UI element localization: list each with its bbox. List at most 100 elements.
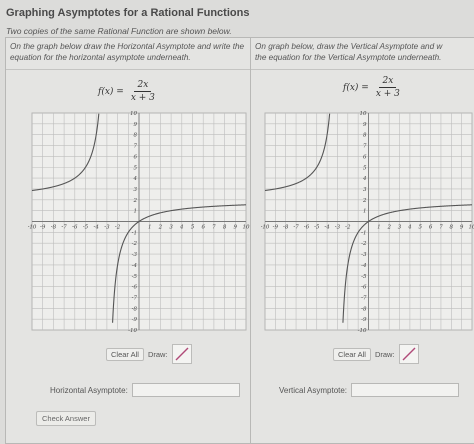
x-tick-label: 5 <box>191 225 195 231</box>
x-tick-label: 1 <box>377 225 381 231</box>
x-tick-label: 3 <box>169 225 173 231</box>
right-instructions: On graph below, draw the Vertical Asympt… <box>255 41 474 63</box>
vertical-asymptote-input[interactable] <box>351 383 460 397</box>
y-tick-label: -7 <box>132 295 138 301</box>
formula-numerator: 2x <box>134 80 152 92</box>
line-tool-icon[interactable] <box>398 344 419 364</box>
x-tick-label: -5 <box>83 225 89 231</box>
clear-all-button[interactable]: Clear All <box>333 347 371 361</box>
clear-all-button[interactable]: Clear All <box>106 347 144 361</box>
x-tick-label: 7 <box>212 225 216 231</box>
draw-label: Draw: <box>374 349 395 359</box>
y-tick-label: 5 <box>363 165 367 171</box>
horizontal-asymptote-field-row: Horizontal Asymptote: <box>50 383 240 397</box>
x-tick-label: 2 <box>386 225 391 231</box>
x-tick-label: 6 <box>429 225 433 231</box>
y-tick-label: 3 <box>134 187 138 193</box>
x-tick-label: -3 <box>104 225 110 231</box>
y-tick-label: -6 <box>132 285 138 291</box>
y-tick-label: 4 <box>133 176 138 182</box>
left-instructions: On the graph below draw the Horizontal A… <box>10 42 245 62</box>
x-tick-label: -7 <box>61 225 67 231</box>
x-tick-label: 2 <box>158 225 163 231</box>
y-tick-label: -10 <box>358 328 367 334</box>
x-tick-label: 10 <box>243 225 250 231</box>
vertical-asymptote-panel: On graph below, draw the Vertical Asympt… <box>251 38 474 443</box>
draw-label: Draw: <box>147 349 168 359</box>
x-tick-label: -2 <box>345 225 351 231</box>
y-tick-label: -5 <box>361 274 367 280</box>
y-tick-label: 3 <box>363 187 367 193</box>
x-tick-label: 6 <box>201 225 205 231</box>
x-tick-label: -4 <box>94 225 100 231</box>
y-tick-label: -5 <box>132 274 138 280</box>
right-graph-canvas[interactable]: -10-9-8-7-6-5-4-3-2123456789101098765432… <box>261 109 474 334</box>
header-divider <box>251 69 474 70</box>
y-tick-label: -8 <box>361 306 367 312</box>
x-tick-label: -9 <box>273 225 279 231</box>
y-tick-label: 9 <box>363 122 367 128</box>
y-tick-label: 8 <box>363 133 367 139</box>
left-graph-canvas[interactable]: -10 -9 -8 -7 -6 -5 -4 -3 -2 1 2 3 4 5 6 7 8 9 101098765432… <box>28 109 250 334</box>
x-tick-label: -8 <box>283 225 289 231</box>
y-tick-label: 5 <box>134 165 138 171</box>
x-tick-label: 4 <box>179 225 184 231</box>
y-tick-label: -6 <box>361 285 367 291</box>
horizontal-asymptote-label: Horizontal Asymptote: <box>50 385 128 395</box>
y-tick-label: 2 <box>362 198 367 204</box>
y-tick-label: 7 <box>363 144 367 150</box>
left-formula: f(x) = 2x x + 3 <box>98 80 158 103</box>
y-tick-label: -9 <box>132 317 138 323</box>
horizontal-asymptote-input[interactable] <box>131 383 240 397</box>
y-tick-label: -4 <box>361 263 367 269</box>
x-tick-label: -3 <box>335 225 341 231</box>
page-subtitle: Two copies of the same Rational Function… <box>6 26 232 36</box>
x-tick-label: -9 <box>40 225 46 231</box>
y-tick-label: 6 <box>363 154 367 160</box>
y-tick-label: -2 <box>132 241 138 247</box>
right-instructions-line2: the equation for the Vertical Asymptote … <box>255 53 442 62</box>
horizontal-asymptote-panel: On the graph below draw the Horizontal A… <box>6 38 251 443</box>
formula-denominator: x + 3 <box>375 89 400 99</box>
x-tick-label: 9 <box>234 225 238 231</box>
y-tick-label: 6 <box>134 154 138 160</box>
y-tick-label: -3 <box>132 252 138 258</box>
x-tick-label: 1 <box>148 225 152 231</box>
y-tick-label: -2 <box>361 241 367 247</box>
left-tool-row: Clear All Draw: <box>106 344 192 364</box>
x-tick-label: 5 <box>419 225 423 231</box>
x-tick-label: 9 <box>460 225 464 231</box>
y-tick-label: -7 <box>361 295 367 301</box>
x-tick-label: -8 <box>51 225 57 231</box>
x-tick-label: 7 <box>439 225 443 231</box>
y-tick-label: -3 <box>361 252 367 258</box>
y-tick-label: 10 <box>360 111 367 117</box>
line-tool-icon[interactable] <box>171 344 192 364</box>
y-tick-label: 9 <box>134 122 138 128</box>
x-tick-label: -2 <box>115 225 121 231</box>
y-tick-label: 8 <box>134 133 138 139</box>
x-tick-label: -10 <box>261 225 270 231</box>
x-tick-label: -5 <box>314 225 320 231</box>
formula-numerator: 2x <box>379 76 397 88</box>
check-answer-button[interactable]: Check Answer <box>36 411 96 426</box>
page-title: Graphing Asymptotes for a Rational Funct… <box>6 7 250 19</box>
formula-denominator: x + 3 <box>130 93 155 103</box>
y-tick-label: -8 <box>132 306 138 312</box>
formula-lhs: f(x) = <box>98 86 124 97</box>
y-tick-label: -4 <box>132 263 138 269</box>
x-tick-label: 8 <box>223 225 227 231</box>
formula-lhs: f(x) = <box>343 82 369 93</box>
right-tool-row: Clear All Draw: <box>333 344 419 364</box>
x-tick-label: -6 <box>72 225 78 231</box>
y-tick-label: -1 <box>361 230 366 236</box>
y-tick-label: -9 <box>361 317 367 323</box>
y-tick-label: 1 <box>363 209 367 215</box>
vertical-asymptote-label: Vertical Asymptote: <box>279 385 348 395</box>
x-tick-label: 3 <box>398 225 402 231</box>
y-tick-label: 10 <box>130 111 137 117</box>
y-tick-label: -10 <box>128 328 137 334</box>
vertical-asymptote-field-row: Vertical Asymptote: <box>279 383 460 397</box>
x-tick-label: -6 <box>304 225 310 231</box>
x-tick-label: 8 <box>450 225 454 231</box>
